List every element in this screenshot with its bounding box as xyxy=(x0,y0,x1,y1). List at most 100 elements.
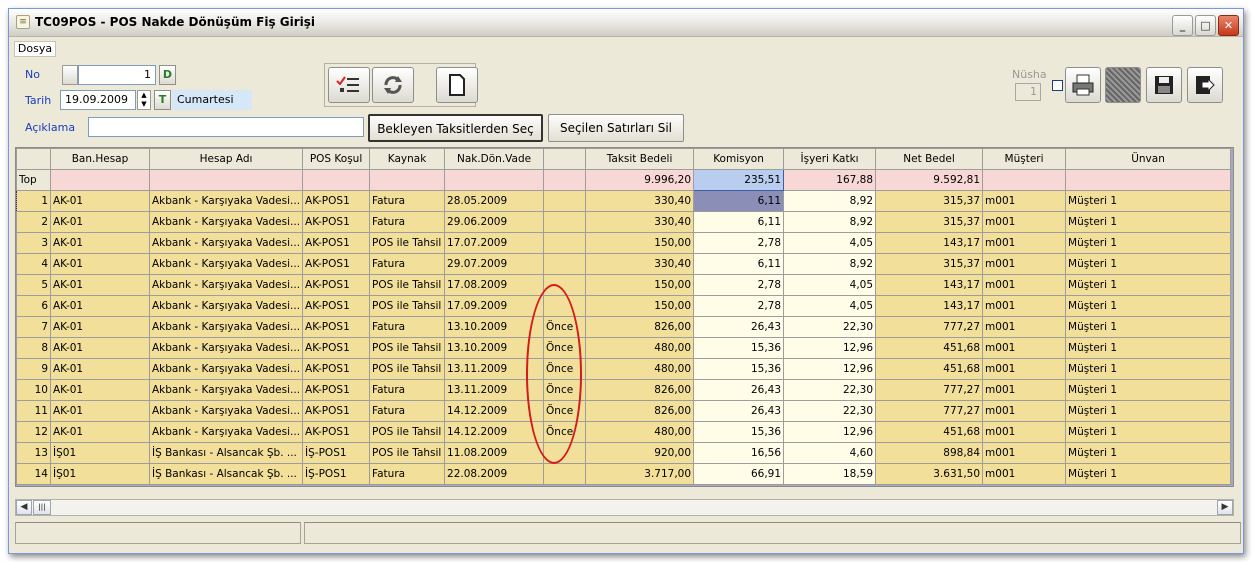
cell-kaynak[interactable]: Fatura xyxy=(369,379,446,401)
col-header-unvan[interactable]: Ünvan xyxy=(1065,148,1232,170)
cell-ban-hesap[interactable]: AK-01 xyxy=(50,358,150,380)
cell-isyeri-katki[interactable]: 4,05 xyxy=(783,295,877,317)
checklist-icon[interactable] xyxy=(328,67,370,103)
cell-komisyon[interactable]: 6,11 xyxy=(693,190,785,212)
cell-isyeri-katki[interactable]: 4,05 xyxy=(783,232,877,254)
cell-net-bedel[interactable]: 315,37 xyxy=(875,211,984,233)
col-header-blank[interactable] xyxy=(543,148,587,170)
cell-net-bedel[interactable]: 451,68 xyxy=(875,358,984,380)
col-header-isyeri-katki[interactable]: İşyeri Katkı xyxy=(783,148,877,170)
cell-ban-hesap[interactable]: AK-01 xyxy=(50,295,150,317)
data-grid[interactable]: Ban.Hesap Hesap Adı POS Koşul Kaynak Nak… xyxy=(15,147,1234,487)
cell-pos-kosul[interactable]: AK-POS1 xyxy=(302,295,371,317)
date-spinner[interactable]: ▲ ▼ xyxy=(137,90,151,110)
cell-row-number[interactable]: 3 xyxy=(16,232,51,254)
cell-nak-don-vade[interactable]: 17.08.2009 xyxy=(444,274,545,296)
col-header-taksit-bedeli[interactable]: Taksit Bedeli xyxy=(585,148,695,170)
cell-kaynak[interactable]: POS ile Tahsil xyxy=(369,421,446,443)
cell-net-bedel[interactable]: 777,27 xyxy=(875,400,984,422)
cell-isyeri-katki[interactable]: 12,96 xyxy=(783,358,877,380)
cell-kaynak[interactable]: Fatura xyxy=(369,463,446,485)
cell-row-number[interactable]: 8 xyxy=(16,337,51,359)
cell-unvan[interactable]: Müşteri 1 xyxy=(1065,463,1232,485)
cell-kaynak[interactable]: Fatura xyxy=(369,253,446,275)
cell-komisyon[interactable]: 6,11 xyxy=(693,253,785,275)
table-row[interactable]: 2 AK-01 Akbank - Karşıyaka Vadesi... AK-POS… xyxy=(16,211,1232,233)
cell-net-bedel[interactable]: 898,84 xyxy=(875,442,984,464)
grid-icon[interactable] xyxy=(1105,67,1141,103)
cell-row-number[interactable]: 6 xyxy=(16,295,51,317)
cell-komisyon[interactable]: 26,43 xyxy=(693,379,785,401)
cell-pos-kosul[interactable]: AK-POS1 xyxy=(302,232,371,254)
cell-komisyon[interactable]: 66,91 xyxy=(693,463,785,485)
cell-ban-hesap[interactable]: İŞ01 xyxy=(50,463,150,485)
cell-isyeri-katki[interactable]: 8,92 xyxy=(783,211,877,233)
cell-once-flag[interactable] xyxy=(543,190,587,212)
cell-isyeri-katki[interactable]: 4,60 xyxy=(783,442,877,464)
cell-pos-kosul[interactable]: AK-POS1 xyxy=(302,316,371,338)
cell-hesap-adi[interactable]: İŞ Bankası - Alsancak Şb. ... xyxy=(148,463,304,485)
cell-musteri[interactable]: m001 xyxy=(982,190,1067,212)
cell-musteri[interactable]: m001 xyxy=(982,295,1067,317)
cell-isyeri-katki[interactable]: 8,92 xyxy=(783,253,877,275)
cell-taksit-bedeli[interactable]: 920,00 xyxy=(585,442,695,464)
cell-once-flag[interactable] xyxy=(543,211,587,233)
table-row[interactable]: 5 AK-01 Akbank - Karşıyaka Vadesi... AK-POS… xyxy=(16,274,1232,296)
table-row[interactable]: 6 AK-01 Akbank - Karşıyaka Vadesi... AK-POS… xyxy=(16,295,1232,317)
table-row[interactable]: 12 AK-01 Akbank - Karşıyaka Vadesi... AK-PO… xyxy=(16,421,1232,443)
cell-musteri[interactable]: m001 xyxy=(982,463,1067,485)
cell-hesap-adi[interactable]: Akbank - Karşıyaka Vadesi... xyxy=(148,190,304,212)
cell-kaynak[interactable]: POS ile Tahsil xyxy=(369,337,446,359)
menu-dosya[interactable]: Dosya xyxy=(14,41,56,57)
cell-once-flag[interactable] xyxy=(543,253,587,275)
cell-isyeri-katki[interactable]: 22,30 xyxy=(783,379,877,401)
close-button[interactable]: ✕ xyxy=(1218,15,1239,36)
cell-musteri[interactable]: m001 xyxy=(982,379,1067,401)
cell-musteri[interactable]: m001 xyxy=(982,442,1067,464)
cell-net-bedel[interactable]: 143,17 xyxy=(875,295,984,317)
minimize-button[interactable]: _ xyxy=(1172,15,1193,36)
cell-unvan[interactable]: Müşteri 1 xyxy=(1065,442,1232,464)
cell-nak-don-vade[interactable]: 29.06.2009 xyxy=(444,211,545,233)
cell-ban-hesap[interactable]: AK-01 xyxy=(50,421,150,443)
cell-hesap-adi[interactable]: Akbank - Karşıyaka Vadesi... xyxy=(148,295,304,317)
cell-isyeri-katki[interactable]: 4,05 xyxy=(783,274,877,296)
cell-row-number[interactable]: 2 xyxy=(16,211,51,233)
cell-unvan[interactable]: Müşteri 1 xyxy=(1065,358,1232,380)
col-header-nak-don-vade[interactable]: Nak.Dön.Vade xyxy=(444,148,545,170)
secilen-satirlari-sil-button[interactable]: Seçilen Satırları Sil xyxy=(548,114,684,142)
cell-net-bedel[interactable]: 315,37 xyxy=(875,253,984,275)
cell-musteri[interactable]: m001 xyxy=(982,253,1067,275)
cell-pos-kosul[interactable]: AK-POS1 xyxy=(302,211,371,233)
cell-row-number[interactable]: 4 xyxy=(16,253,51,275)
cell-unvan[interactable]: Müşteri 1 xyxy=(1065,421,1232,443)
cell-musteri[interactable]: m001 xyxy=(982,316,1067,338)
cell-row-number[interactable]: 5 xyxy=(16,274,51,296)
cell-nak-don-vade[interactable]: 14.12.2009 xyxy=(444,421,545,443)
table-row[interactable]: 13 İŞ01 İŞ Bankası - Alsancak Şb. ... İŞ-PO… xyxy=(16,442,1232,464)
scroll-right-arrow[interactable]: ▶ xyxy=(1217,500,1233,515)
cell-ban-hesap[interactable]: İŞ01 xyxy=(50,442,150,464)
cell-komisyon[interactable]: 15,36 xyxy=(693,421,785,443)
cell-pos-kosul[interactable]: AK-POS1 xyxy=(302,274,371,296)
cell-pos-kosul[interactable]: AK-POS1 xyxy=(302,400,371,422)
aciklama-field[interactable] xyxy=(88,117,364,137)
cell-taksit-bedeli[interactable]: 826,00 xyxy=(585,316,695,338)
cell-kaynak[interactable]: POS ile Tahsil xyxy=(369,232,446,254)
cell-unvan[interactable]: Müşteri 1 xyxy=(1065,274,1232,296)
cell-hesap-adi[interactable]: Akbank - Karşıyaka Vadesi... xyxy=(148,337,304,359)
cell-ban-hesap[interactable]: AK-01 xyxy=(50,211,150,233)
cell-hesap-adi[interactable]: Akbank - Karşıyaka Vadesi... xyxy=(148,253,304,275)
cell-taksit-bedeli[interactable]: 480,00 xyxy=(585,421,695,443)
cell-ban-hesap[interactable]: AK-01 xyxy=(50,400,150,422)
cell-kaynak[interactable]: POS ile Tahsil xyxy=(369,274,446,296)
cell-taksit-bedeli[interactable]: 826,00 xyxy=(585,400,695,422)
cell-unvan[interactable]: Müşteri 1 xyxy=(1065,232,1232,254)
cell-hesap-adi[interactable]: Akbank - Karşıyaka Vadesi... xyxy=(148,211,304,233)
cell-row-number[interactable]: 10 xyxy=(16,379,51,401)
cell-hesap-adi[interactable]: Akbank - Karşıyaka Vadesi... xyxy=(148,400,304,422)
cell-kaynak[interactable]: Fatura xyxy=(369,211,446,233)
scroll-thumb[interactable]: ||| xyxy=(33,500,51,515)
cell-taksit-bedeli[interactable]: 150,00 xyxy=(585,295,695,317)
cell-hesap-adi[interactable]: Akbank - Karşıyaka Vadesi... xyxy=(148,316,304,338)
